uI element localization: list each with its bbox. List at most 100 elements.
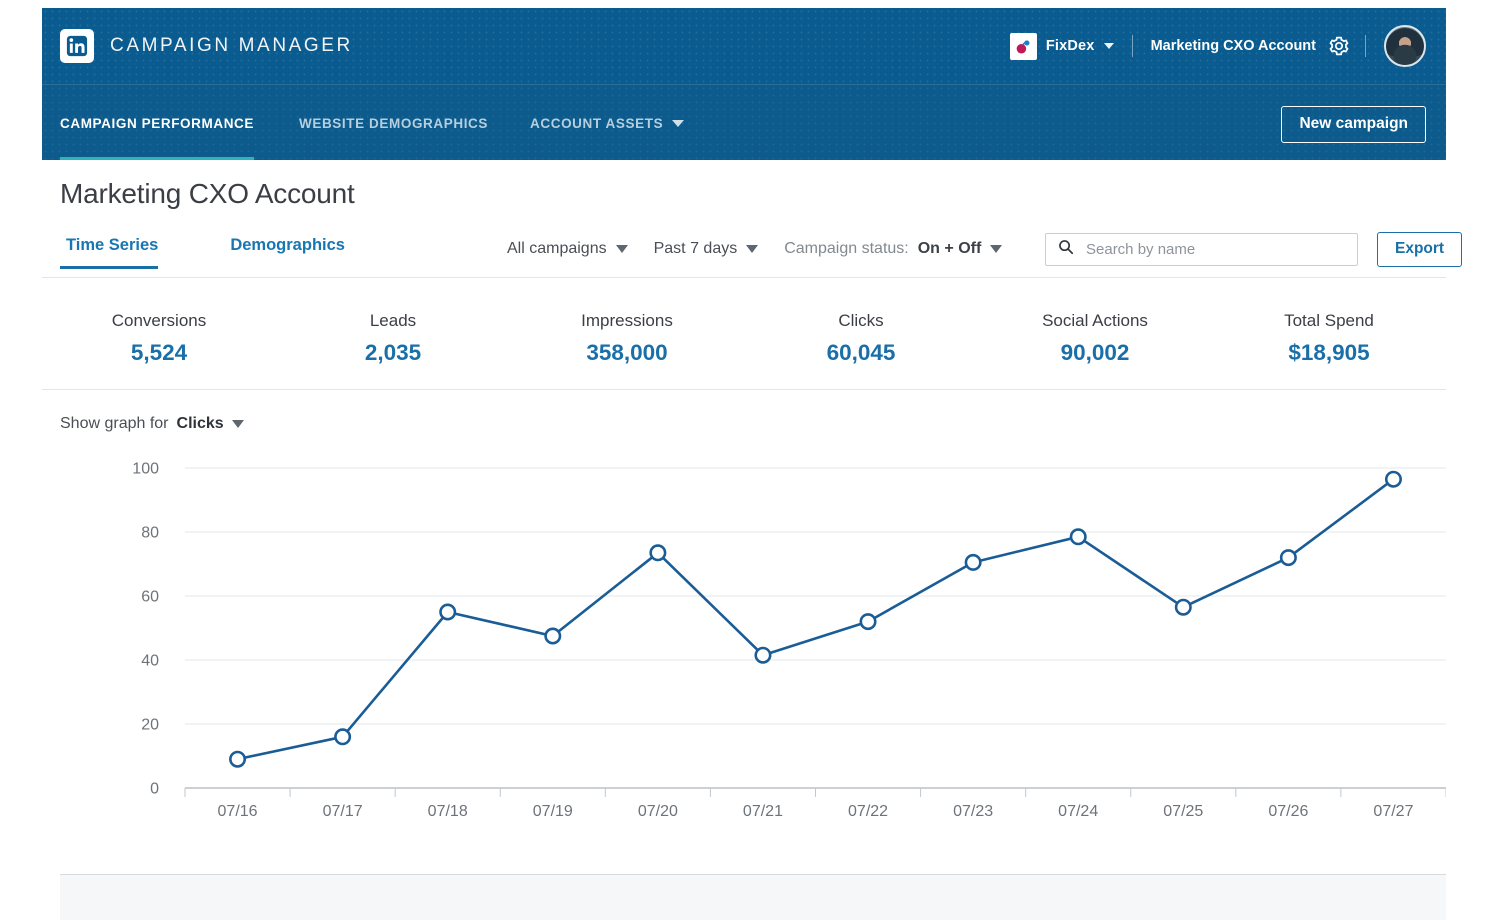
- metric-leads[interactable]: Leads 2,035: [276, 311, 510, 366]
- metrics-summary-row: Conversions 5,524 Leads 2,035 Impression…: [42, 293, 1446, 384]
- avatar[interactable]: [1384, 25, 1426, 67]
- metric-value: $18,905: [1288, 340, 1370, 365]
- advertiser-switcher[interactable]: FixDex: [996, 32, 1128, 60]
- x-axis-tick-label: 07/24: [1058, 803, 1098, 820]
- data-point-marker[interactable]: [1174, 598, 1192, 616]
- tab-campaign-performance[interactable]: CAMPAIGN PERFORMANCE: [60, 85, 278, 161]
- search-input[interactable]: [1084, 240, 1345, 259]
- graph-selector-metric: Clicks: [176, 415, 224, 432]
- chevron-down-icon: [615, 245, 628, 253]
- data-point-marker[interactable]: [1279, 549, 1297, 567]
- gear-icon[interactable]: [1327, 34, 1351, 58]
- data-point-marker[interactable]: [1069, 528, 1087, 546]
- metric-impressions[interactable]: Impressions 358,000: [510, 311, 744, 366]
- data-point-marker[interactable]: [649, 544, 667, 562]
- chevron-down-icon: [231, 420, 244, 428]
- metric-value: 2,035: [364, 340, 422, 365]
- search-icon: [1058, 239, 1074, 260]
- metric-label: Impressions: [581, 311, 673, 330]
- filters-divider: [42, 277, 1446, 278]
- data-point-marker[interactable]: [859, 613, 877, 631]
- graph-metric-selector[interactable]: Show graph for Clicks: [60, 415, 244, 433]
- main-content: Marketing CXO Account Time Series Demogr…: [42, 160, 1463, 920]
- x-axis-tick-label: 07/27: [1373, 803, 1413, 820]
- chart-svg: 0 20 40 60 80 100 07/16 07/17 07/18 07/19 07/20 07/…: [132, 461, 1446, 820]
- subtab-time-series[interactable]: Time Series: [60, 236, 180, 269]
- primary-nav-items: CAMPAIGN PERFORMANCE WEBSITE DEMOGRAPHIC…: [60, 85, 705, 161]
- primary-nav-bar: CAMPAIGN PERFORMANCE WEBSITE DEMOGRAPHIC…: [42, 84, 1446, 161]
- metric-clicks[interactable]: Clicks 60,045: [744, 311, 978, 366]
- subtab-demographics[interactable]: Demographics: [180, 236, 367, 269]
- metric-label: Social Actions: [1042, 311, 1148, 330]
- campaign-filter-dropdown[interactable]: All campaigns: [507, 240, 628, 258]
- y-axis-tick-label: 40: [141, 653, 159, 670]
- page-title: Marketing CXO Account: [60, 178, 355, 209]
- tab-label: ACCOUNT ASSETS: [530, 115, 664, 131]
- linkedin-logo-icon[interactable]: [60, 29, 94, 63]
- metric-conversions[interactable]: Conversions 5,524: [42, 311, 276, 366]
- chevron-down-icon: [1103, 43, 1114, 49]
- y-axis-tick-label: 80: [141, 525, 159, 542]
- subtab-label: Time Series: [66, 236, 159, 254]
- x-axis-tick-label: 07/23: [953, 803, 993, 820]
- advertiser-name: FixDex: [1045, 38, 1095, 54]
- metric-total-spend[interactable]: Total Spend $18,905: [1212, 311, 1446, 366]
- y-axis-tick-label: 100: [132, 461, 159, 478]
- tab-account-assets[interactable]: ACCOUNT ASSETS: [509, 85, 705, 161]
- subtab-label: Demographics: [230, 236, 345, 254]
- x-axis-tick-label: 07/17: [323, 803, 363, 820]
- data-point-marker[interactable]: [334, 728, 352, 746]
- account-name: Marketing CXO Account: [1150, 38, 1316, 54]
- divider: [1365, 35, 1366, 57]
- x-axis-tick-label: 07/25: [1163, 803, 1203, 820]
- date-range-value: Past 7 days: [653, 240, 738, 257]
- metric-value: 60,045: [826, 340, 896, 365]
- tab-website-demographics[interactable]: WEBSITE DEMOGRAPHICS: [278, 85, 509, 161]
- product-title: CAMPAIGN MANAGER: [110, 35, 353, 56]
- campaign-status-dropdown[interactable]: Campaign status: On + Off: [784, 240, 1003, 258]
- app-frame: CAMPAIGN MANAGER FixDex Marketing CXO Ac…: [42, 8, 1463, 920]
- data-point-marker[interactable]: [754, 646, 772, 664]
- view-subtabs: Time Series Demographics: [60, 236, 367, 269]
- data-point-marker[interactable]: [1384, 470, 1402, 488]
- tab-label: CAMPAIGN PERFORMANCE: [60, 115, 254, 131]
- app-root: CAMPAIGN MANAGER FixDex Marketing CXO Ac…: [0, 0, 1488, 920]
- metric-label: Total Spend: [1284, 311, 1374, 330]
- export-button[interactable]: Export: [1377, 232, 1463, 267]
- graph-selector-prefix: Show graph for: [60, 415, 169, 432]
- metric-social-actions[interactable]: Social Actions 90,002: [978, 311, 1212, 366]
- data-point-marker[interactable]: [439, 603, 457, 621]
- x-axis-tick-label: 07/22: [848, 803, 888, 820]
- x-axis-tick-label: 07/19: [533, 803, 573, 820]
- brand-area: CAMPAIGN MANAGER: [60, 29, 353, 63]
- data-point-marker[interactable]: [229, 750, 247, 768]
- metric-label: Conversions: [111, 311, 207, 330]
- metric-value: 358,000: [586, 340, 668, 365]
- metric-label: Leads: [369, 311, 417, 330]
- metrics-divider: [42, 389, 1446, 390]
- x-axis-tick-label: 07/20: [638, 803, 678, 820]
- x-axis-tick-label: 07/16: [218, 803, 258, 820]
- data-point-marker[interactable]: [544, 627, 562, 645]
- divider: [1131, 35, 1133, 57]
- chevron-down-icon: [672, 119, 685, 127]
- metric-value: 5,524: [130, 340, 188, 365]
- campaign-status-label: Campaign status:: [784, 240, 909, 257]
- data-point-marker[interactable]: [964, 553, 982, 571]
- series-line: [236, 477, 1395, 761]
- time-series-chart: 0 20 40 60 80 100 07/16 07/17 07/18 07/19 07/20 07/…: [42, 445, 1446, 855]
- search-box[interactable]: [1045, 233, 1358, 266]
- new-campaign-button[interactable]: New campaign: [1281, 106, 1426, 143]
- x-axis-tick-label: 07/18: [428, 803, 468, 820]
- metric-value: 90,002: [1060, 340, 1130, 365]
- x-axis-tick-label: 07/21: [743, 803, 783, 820]
- filter-bar: All campaigns Past 7 days Campaign statu…: [507, 240, 1028, 258]
- y-axis-tick-label: 60: [141, 589, 159, 606]
- date-range-dropdown[interactable]: Past 7 days: [654, 240, 759, 258]
- campaign-status-value: On + Off: [917, 240, 982, 257]
- fixdex-logo-icon: [1009, 32, 1037, 60]
- metric-label: Clicks: [838, 311, 884, 330]
- bottom-panel-placeholder: [60, 875, 1446, 920]
- y-axis-tick-label: 20: [141, 717, 159, 734]
- y-axis-tick-label: 0: [150, 781, 159, 798]
